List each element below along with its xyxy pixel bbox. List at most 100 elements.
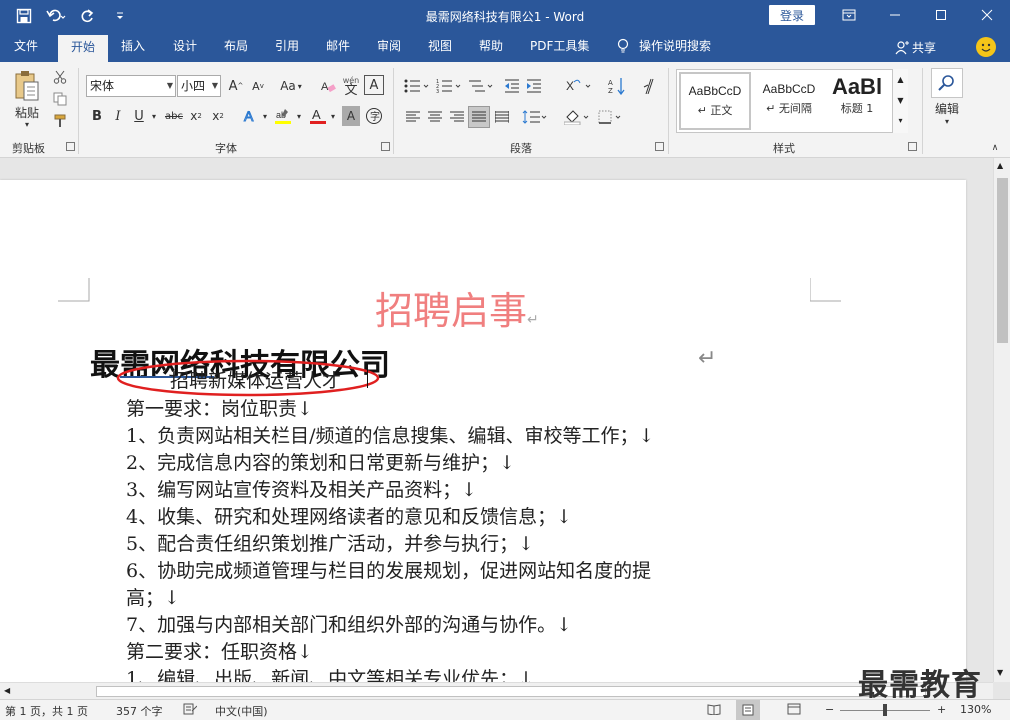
style-no-spacing[interactable]: AaBbCcD ↵ 无间隔 [753, 72, 825, 130]
word-count[interactable]: 357 个字 [116, 703, 163, 719]
undo-icon[interactable] [42, 4, 70, 28]
close-icon[interactable] [964, 0, 1010, 30]
cut-icon[interactable] [50, 68, 70, 86]
underline-icon[interactable]: U [130, 106, 148, 126]
style-heading-1[interactable]: AaBl 标题 1 [825, 72, 889, 130]
zoom-in-icon[interactable]: + [937, 703, 946, 716]
paragraph-launcher-icon[interactable] [655, 142, 664, 151]
find-icon[interactable] [931, 68, 963, 98]
vertical-scroll-thumb[interactable] [997, 178, 1008, 343]
justify-icon[interactable] [468, 106, 490, 128]
bullets-icon[interactable] [402, 75, 432, 97]
text-effects-icon[interactable]: A [240, 106, 260, 126]
scroll-up-icon[interactable]: ▲ [997, 161, 1003, 170]
underline-dropdown-icon[interactable]: ▾ [148, 106, 160, 126]
decrease-indent-icon[interactable] [502, 75, 522, 97]
styles-scroll-down-icon[interactable]: ▼ [893, 90, 908, 111]
numbering-icon[interactable]: 123 [434, 75, 464, 97]
share-button[interactable]: 共享 [895, 39, 936, 56]
tab-file[interactable]: 文件 [14, 38, 38, 62]
change-case-button[interactable]: Aa ▾ [276, 75, 306, 97]
align-center-icon[interactable] [425, 107, 445, 127]
redo-icon[interactable] [74, 4, 102, 28]
copy-icon[interactable] [50, 90, 70, 108]
align-left-icon[interactable] [403, 107, 423, 127]
ribbon-display-options-icon[interactable] [826, 0, 872, 30]
login-button[interactable]: 登录 [769, 5, 815, 25]
zoom-slider-thumb[interactable] [883, 704, 887, 716]
horizontal-scroll-thumb[interactable] [96, 686, 926, 697]
document-line[interactable]: 5、配合责任组织策划推广活动，并参与执行；↓ [126, 529, 534, 556]
zoom-level[interactable]: 130% [960, 703, 991, 716]
tab-layout[interactable]: 布局 [224, 38, 248, 62]
align-right-icon[interactable] [447, 107, 467, 127]
chinese-layout-icon[interactable]: X [564, 75, 596, 97]
sort-icon[interactable]: AZ [606, 75, 628, 97]
paste-button[interactable]: 粘贴 [8, 104, 46, 120]
highlight-color-icon[interactable]: ab [272, 106, 294, 126]
minimize-icon[interactable] [872, 0, 918, 30]
character-shading-icon[interactable]: A [342, 106, 360, 126]
scroll-down-icon[interactable]: ▼ [997, 668, 1003, 677]
line-spacing-icon[interactable] [520, 107, 550, 127]
paste-dropdown-icon[interactable]: ▾ [20, 119, 34, 129]
font-size-dropdown-icon[interactable]: ▼ [212, 76, 218, 96]
language-indicator[interactable]: 中文(中国) [215, 703, 268, 719]
feedback-smiley-icon[interactable] [976, 37, 996, 57]
tab-mailings[interactable]: 邮件 [326, 38, 350, 62]
font-color-dropdown-icon[interactable]: ▾ [328, 106, 338, 126]
editing-dropdown-icon[interactable]: ▾ [940, 116, 954, 126]
borders-icon[interactable] [596, 107, 626, 127]
character-border-icon[interactable]: A [364, 75, 384, 95]
maximize-icon[interactable] [918, 0, 964, 30]
document-line[interactable]: 3、编写网站宣传资料及相关产品资料；↓ [126, 475, 477, 502]
read-mode-icon[interactable] [707, 703, 721, 718]
page-count[interactable]: 第 1 页，共 1 页 [5, 703, 88, 719]
phonetic-guide-icon[interactable]: wén 文 [340, 73, 362, 99]
clipboard-launcher-icon[interactable] [66, 142, 75, 151]
tab-view[interactable]: 视图 [428, 38, 452, 62]
show-paragraph-marks-icon[interactable] [638, 75, 658, 97]
document-line[interactable]: 6、协助完成频道管理与栏目的发展规划，促进网站知名度的提 [126, 556, 651, 583]
document-line[interactable]: 4、收集、研究和处理网络读者的意见和反馈信息；↓ [126, 502, 572, 529]
shrink-font-icon[interactable]: Av [248, 75, 268, 97]
format-painter-icon[interactable] [50, 112, 70, 130]
proofing-icon[interactable] [183, 703, 198, 718]
tab-insert[interactable]: 插入 [121, 38, 145, 62]
tab-home[interactable]: 开始 [58, 35, 108, 62]
styles-scroll-up-icon[interactable]: ▲ [893, 69, 908, 90]
position-title[interactable]: 招聘新媒体运营人才 [170, 366, 341, 393]
collapse-ribbon-icon[interactable]: ∧ [988, 142, 1002, 154]
save-icon[interactable] [10, 4, 38, 28]
styles-scroll[interactable]: ▲ ▼ ▾ [892, 69, 908, 133]
tab-review[interactable]: 审阅 [377, 38, 401, 62]
document-page[interactable]: 招聘启事↵ 最需网络科技有限公司 ↵ 招聘新媒体运营人才 第一要求：岗位职责↓ … [0, 180, 966, 682]
distributed-icon[interactable] [492, 107, 512, 127]
customize-qat-icon[interactable] [106, 4, 134, 28]
editing-button[interactable]: 编辑 [930, 100, 964, 116]
document-line[interactable]: 2、完成信息内容的策划和日常更新与维护；↓ [126, 448, 515, 475]
font-launcher-icon[interactable] [381, 142, 390, 151]
shading-icon[interactable] [562, 107, 592, 127]
tab-design[interactable]: 设计 [173, 38, 197, 62]
vertical-scrollbar[interactable]: ▲ ▼ [993, 158, 1010, 682]
superscript-icon[interactable]: x2 [209, 106, 227, 126]
tab-references[interactable]: 引用 [275, 38, 299, 62]
document-heading[interactable]: 招聘启事↵ [375, 280, 539, 335]
scroll-left-icon[interactable]: ◀ [4, 686, 10, 695]
print-layout-icon[interactable] [736, 700, 760, 720]
subscript-icon[interactable]: x2 [187, 106, 205, 126]
document-line[interactable]: 1、负责网站相关栏目/频道的信息搜集、编辑、审校等工作；↓ [126, 421, 654, 448]
tab-pdf-tools[interactable]: PDF工具集 [530, 38, 589, 62]
document-line[interactable]: 高；↓ [126, 583, 180, 610]
paste-icon[interactable] [10, 68, 44, 104]
horizontal-scrollbar[interactable]: ◀ [0, 682, 993, 699]
increase-indent-icon[interactable] [524, 75, 544, 97]
document-line[interactable]: 1、编辑、出版、新闻、中文等相关专业优先；↓ [126, 664, 534, 682]
web-layout-icon[interactable] [787, 703, 801, 718]
strikethrough-icon[interactable]: abc [163, 106, 185, 126]
document-line[interactable]: 第一要求：岗位职责↓ [126, 394, 313, 421]
font-name-dropdown-icon[interactable]: ▼ [167, 76, 173, 96]
styles-more-icon[interactable]: ▾ [893, 111, 908, 131]
highlight-dropdown-icon[interactable]: ▾ [294, 106, 304, 126]
